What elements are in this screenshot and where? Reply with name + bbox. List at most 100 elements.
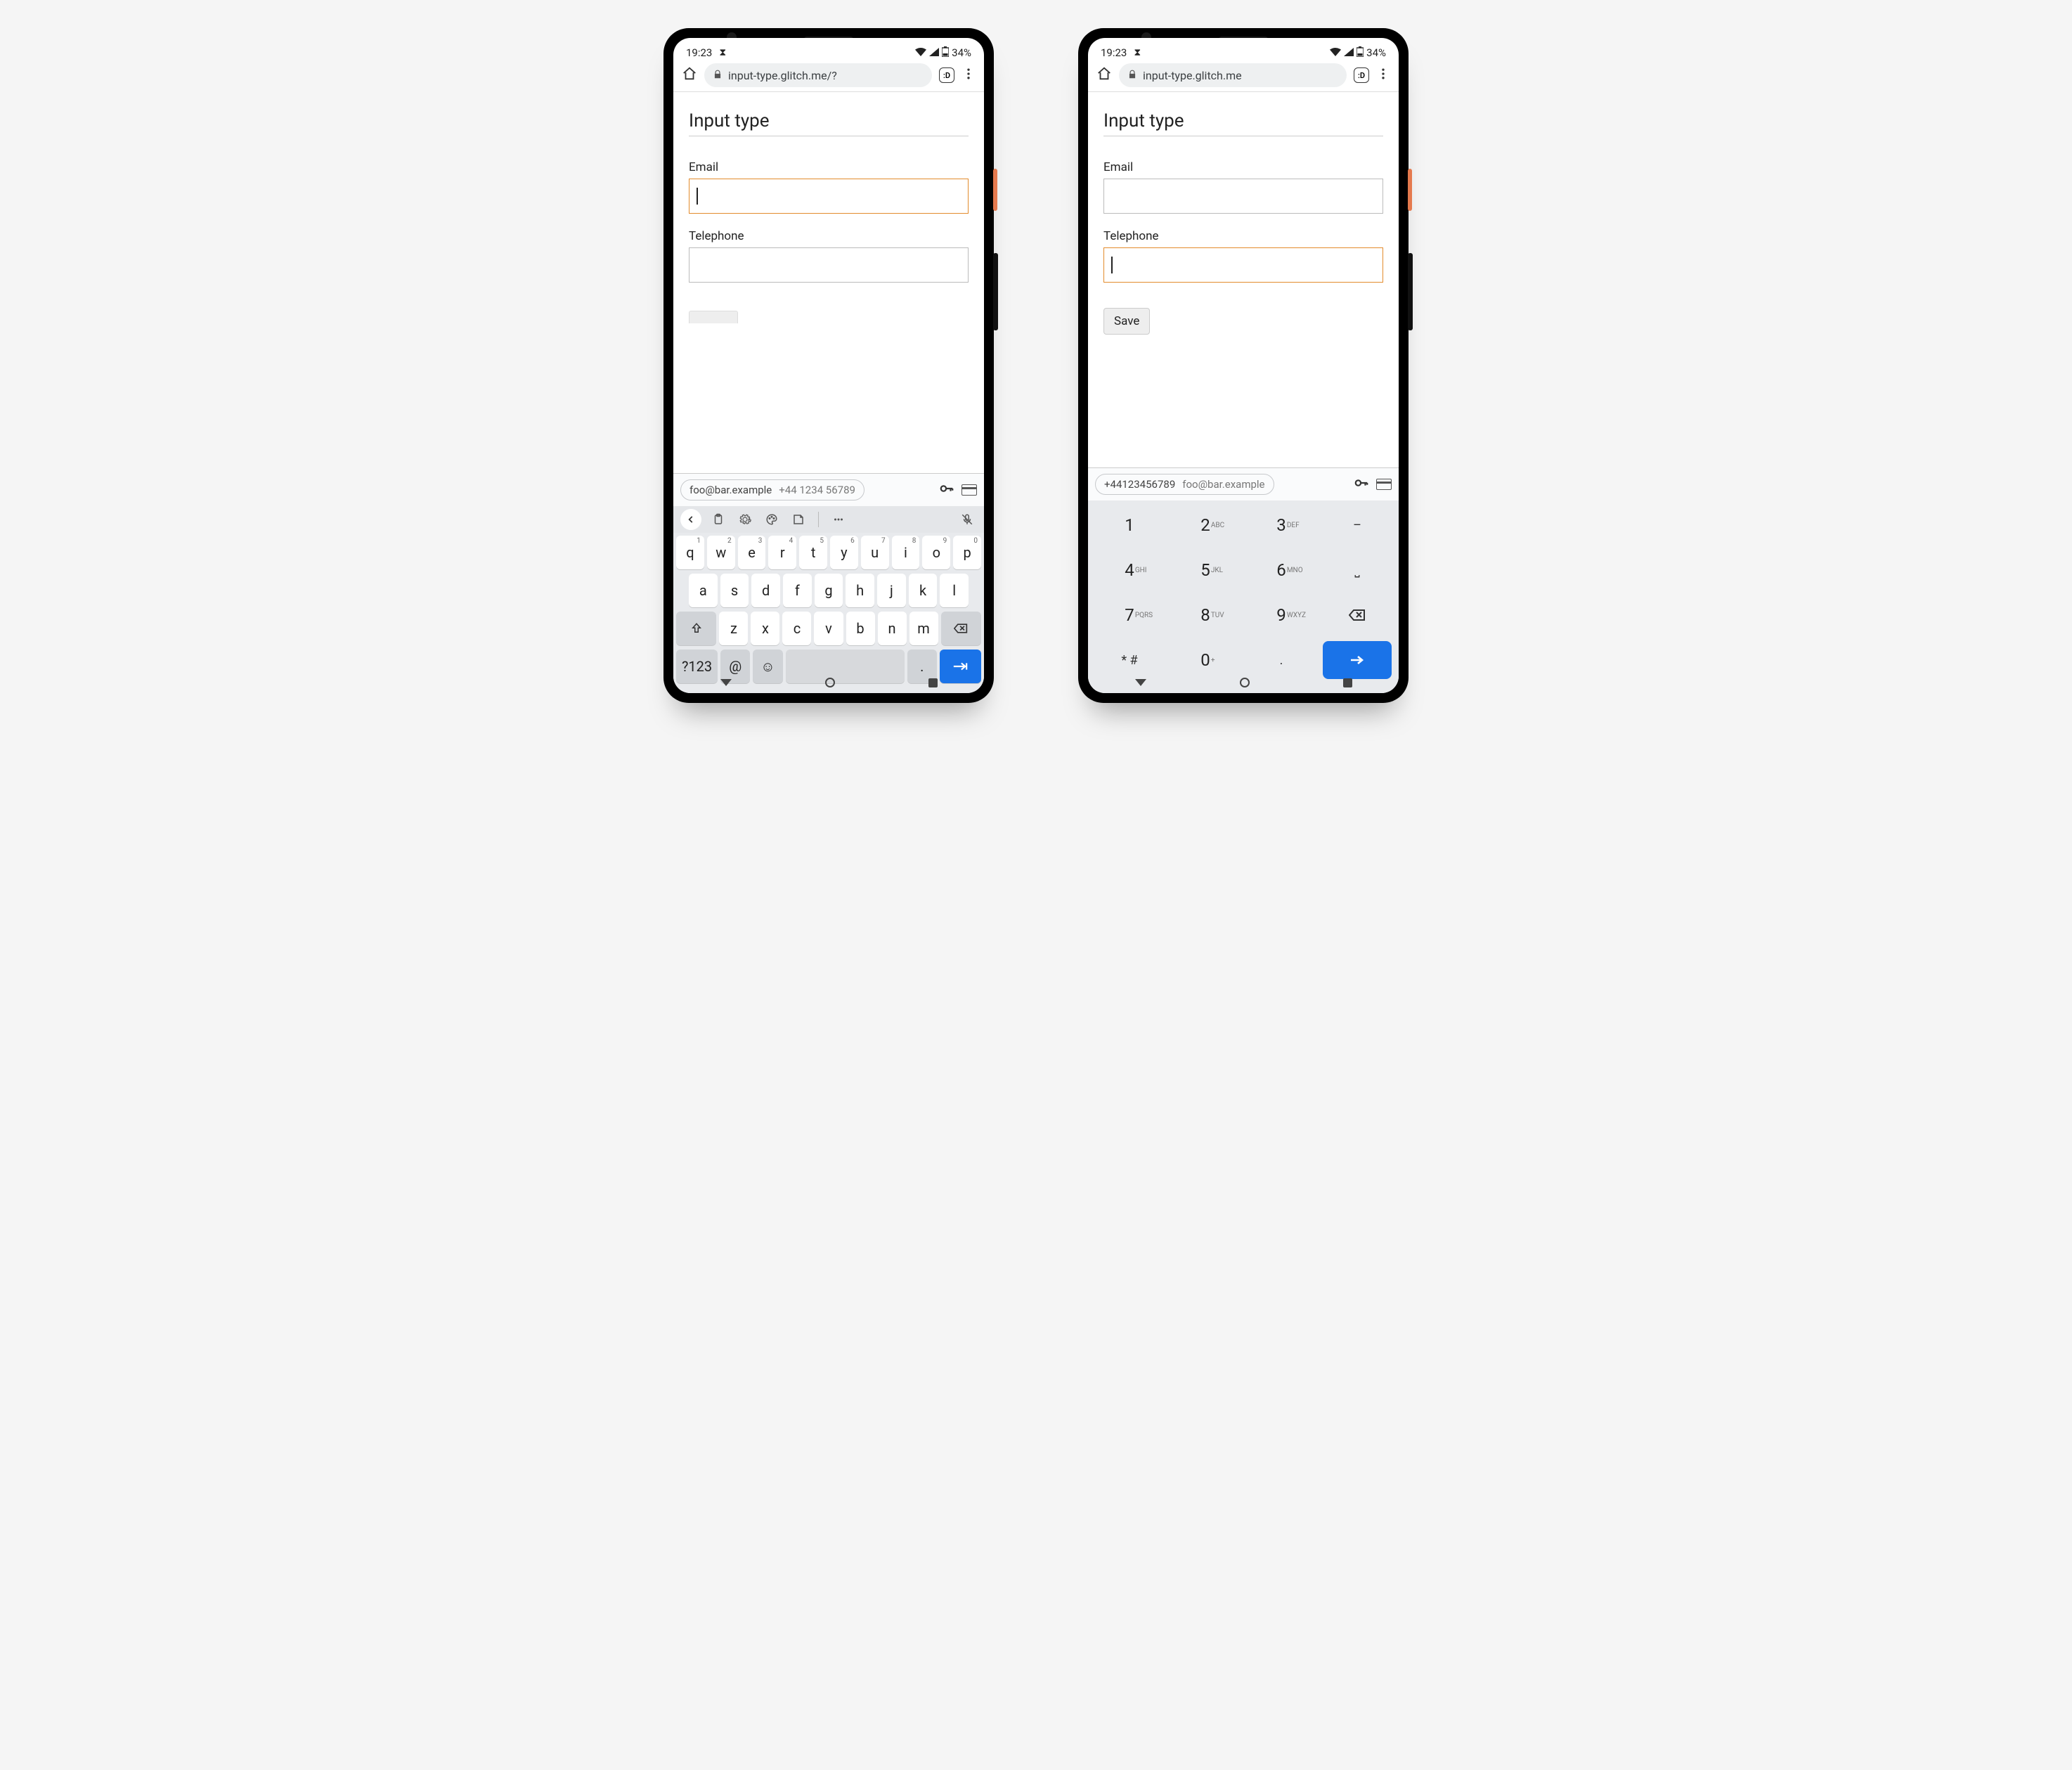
palette-icon[interactable]: [762, 513, 782, 526]
key-e[interactable]: e3: [738, 536, 766, 569]
nav-recents-icon[interactable]: [1343, 678, 1352, 687]
numkey-3[interactable]: 3DEF: [1247, 506, 1316, 544]
overflow-menu-button[interactable]: [961, 67, 976, 84]
numkey-5[interactable]: 5JKL: [1171, 551, 1240, 589]
browser-toolbar: input-type.glitch.me :D: [1088, 58, 1399, 91]
key-q[interactable]: q1: [676, 536, 704, 569]
autofill-chip[interactable]: +44123456789 foo@bar.example: [1095, 474, 1274, 495]
tab-switcher-button[interactable]: :D: [939, 67, 954, 83]
gear-icon[interactable]: [735, 513, 755, 526]
key-u[interactable]: u7: [861, 536, 889, 569]
url-text: input-type.glitch.me: [1143, 69, 1242, 82]
key-x[interactable]: x: [751, 612, 779, 645]
autofill-chip[interactable]: foo@bar.example +44 1234 56789: [680, 479, 865, 500]
numkey-9[interactable]: 9WXYZ: [1247, 596, 1316, 634]
space-key[interactable]: ⎵: [1323, 551, 1392, 589]
lock-icon: [713, 69, 723, 82]
home-icon[interactable]: [1096, 66, 1112, 84]
save-button-partial[interactable]: [689, 311, 738, 323]
power-button: [993, 169, 997, 211]
telephone-field[interactable]: [1103, 247, 1383, 283]
key-j[interactable]: j: [877, 574, 906, 607]
soft-keyboard-qwerty: foo@bar.example +44 1234 56789: [673, 473, 984, 693]
page-title: Input type: [689, 106, 969, 136]
key-c[interactable]: c: [782, 612, 811, 645]
telephone-label: Telephone: [689, 229, 969, 243]
keyboard-back-button[interactable]: [680, 509, 701, 530]
backspace-key[interactable]: [1323, 596, 1392, 634]
key-s[interactable]: s: [720, 574, 749, 607]
hourglass-icon: ⧗: [719, 47, 726, 58]
key-r[interactable]: r4: [768, 536, 796, 569]
key-n[interactable]: n: [878, 612, 907, 645]
nav-recents-icon[interactable]: [928, 678, 938, 687]
autofill-email: foo@bar.example: [689, 484, 772, 496]
shift-key[interactable]: [676, 612, 716, 645]
address-bar[interactable]: input-type.glitch.me/?: [704, 63, 932, 87]
payment-card-icon[interactable]: [1376, 479, 1392, 490]
key-z[interactable]: z: [719, 612, 748, 645]
nav-home-icon[interactable]: [825, 678, 835, 687]
volume-button: [1408, 253, 1413, 330]
phone-frame-left: 19:23 ⧗ 34%: [663, 28, 994, 703]
key-v[interactable]: v: [814, 612, 843, 645]
password-key-icon[interactable]: [939, 481, 954, 499]
key-t[interactable]: t5: [799, 536, 827, 569]
nav-home-icon[interactable]: [1240, 678, 1250, 687]
android-nav-bar: [673, 673, 984, 692]
password-key-icon[interactable]: [1354, 475, 1369, 493]
home-icon[interactable]: [682, 66, 697, 84]
key-g[interactable]: g: [815, 574, 843, 607]
nav-back-icon[interactable]: [720, 679, 732, 686]
email-label: Email: [1103, 160, 1383, 174]
key-p[interactable]: p0: [953, 536, 981, 569]
dash-key[interactable]: –: [1323, 506, 1392, 544]
numkey-2[interactable]: 2ABC: [1171, 506, 1240, 544]
more-icon[interactable]: [829, 513, 848, 526]
email-field[interactable]: [689, 179, 969, 214]
key-a[interactable]: a: [689, 574, 718, 607]
numkey-8[interactable]: 8TUV: [1171, 596, 1240, 634]
backspace-key[interactable]: [941, 612, 981, 645]
autofill-bar: foo@bar.example +44 1234 56789: [673, 474, 984, 506]
numkey-4[interactable]: 4GHI: [1095, 551, 1164, 589]
mic-off-icon[interactable]: [957, 513, 977, 526]
address-bar[interactable]: input-type.glitch.me: [1119, 63, 1347, 87]
autofill-bar: +44123456789 foo@bar.example: [1088, 468, 1399, 500]
android-nav-bar: [1088, 673, 1399, 692]
autofill-phone: +44 1234 56789: [779, 484, 855, 496]
nav-back-icon[interactable]: [1135, 679, 1146, 686]
key-k[interactable]: k: [909, 574, 938, 607]
payment-card-icon[interactable]: [961, 484, 977, 496]
telephone-field[interactable]: [689, 247, 969, 283]
numkey-6[interactable]: 6MNO: [1247, 551, 1316, 589]
status-bar: 19:23 ⧗ 34%: [673, 38, 984, 58]
hourglass-icon: ⧗: [1134, 47, 1141, 58]
url-text: input-type.glitch.me/?: [728, 69, 837, 82]
power-button: [1408, 169, 1412, 211]
key-l[interactable]: l: [940, 574, 969, 607]
clipboard-icon[interactable]: [708, 513, 728, 526]
email-label: Email: [689, 160, 969, 174]
key-f[interactable]: f: [783, 574, 812, 607]
save-button[interactable]: Save: [1103, 308, 1150, 335]
numkey-1[interactable]: 1: [1095, 506, 1164, 544]
sticker-icon[interactable]: [789, 513, 808, 526]
tab-switcher-button[interactable]: :D: [1354, 67, 1369, 83]
key-w[interactable]: w2: [707, 536, 735, 569]
lock-icon: [1127, 69, 1137, 82]
key-o[interactable]: o9: [922, 536, 950, 569]
email-field[interactable]: [1103, 179, 1383, 214]
key-d[interactable]: d: [751, 574, 780, 607]
overflow-menu-button[interactable]: [1376, 67, 1390, 84]
telephone-label: Telephone: [1103, 229, 1383, 243]
key-y[interactable]: y6: [830, 536, 858, 569]
key-h[interactable]: h: [846, 574, 874, 607]
key-i[interactable]: i8: [892, 536, 920, 569]
web-page: Input type Email Telephone Save: [1088, 92, 1399, 467]
status-bar: 19:23 ⧗ 34%: [1088, 38, 1399, 58]
soft-keyboard-numpad: +44123456789 foo@bar.example 12ABC3DEF– 4…: [1088, 467, 1399, 693]
key-b[interactable]: b: [846, 612, 875, 645]
key-m[interactable]: m: [909, 612, 938, 645]
numkey-7[interactable]: 7PQRS: [1095, 596, 1164, 634]
